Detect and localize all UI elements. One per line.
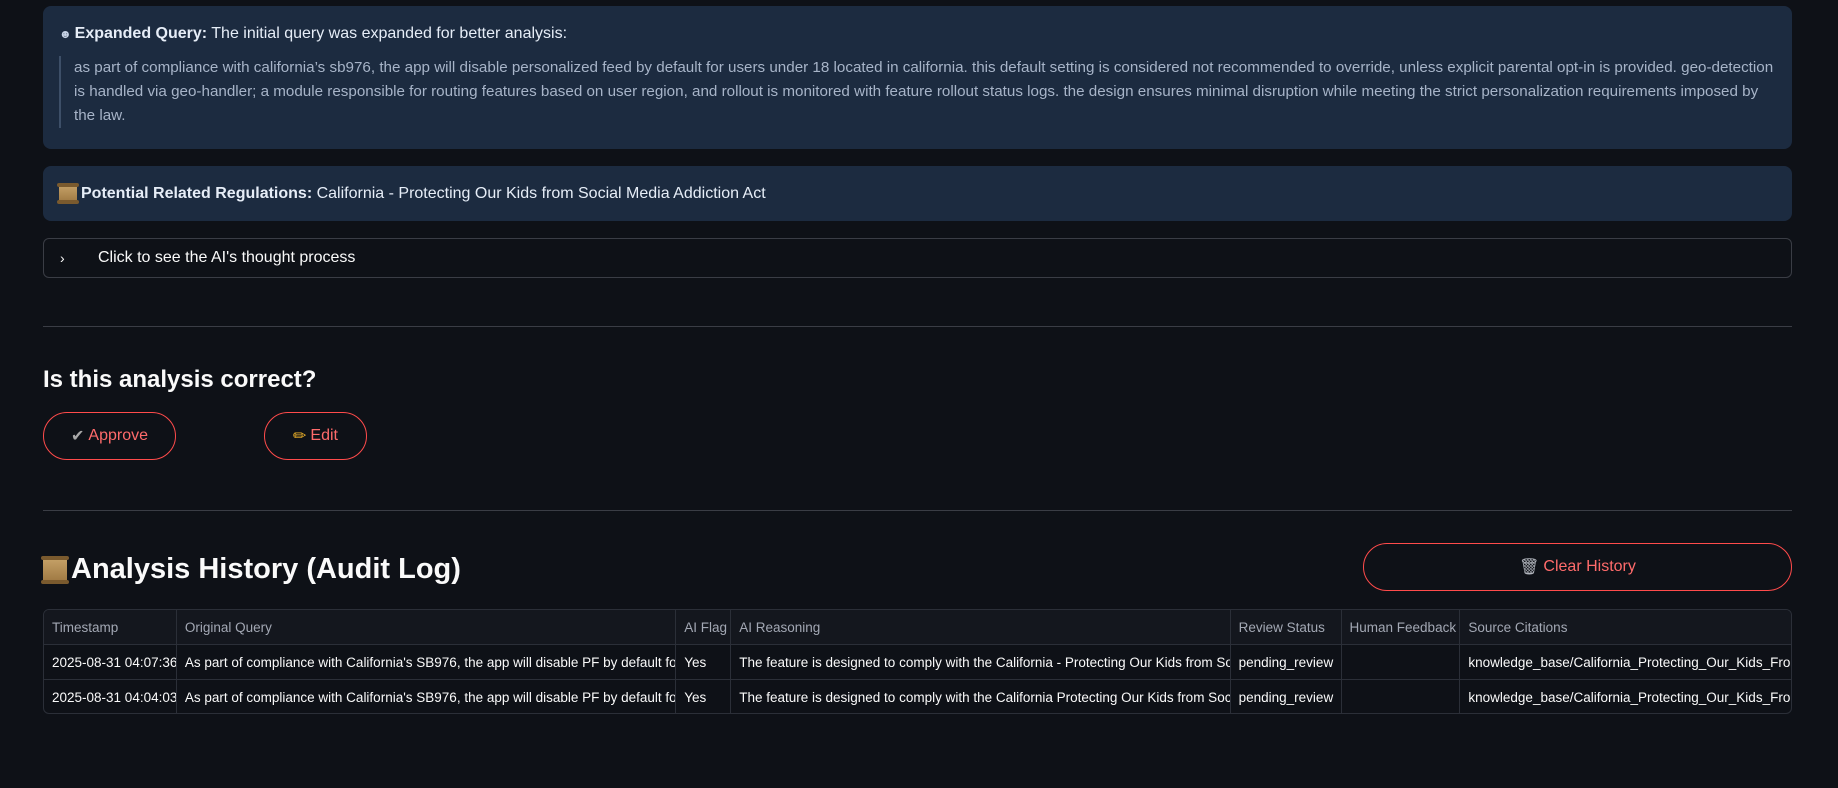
- related-regulations-box: Potential Related Regulations: Californi…: [43, 166, 1792, 221]
- table-header-row: Timestamp Original Query AI Flag AI Reas…: [44, 610, 1791, 645]
- page: ☻ Expanded Query: The initial query was e…: [0, 0, 1838, 788]
- clear-history-label: Clear History: [1543, 558, 1636, 575]
- chevron-right-icon: ›: [60, 250, 65, 266]
- cell-ai-flag[interactable]: Yes: [676, 645, 732, 679]
- column-header-review-status[interactable]: Review Status: [1231, 610, 1342, 644]
- feedback-title: Is this analysis correct?: [43, 366, 317, 393]
- column-header-ai-reasoning[interactable]: AI Reasoning: [731, 610, 1231, 644]
- scroll-icon: [57, 183, 79, 204]
- cell-ai-reasoning[interactable]: The feature is designed to comply with t…: [731, 680, 1231, 713]
- column-header-ai-flag[interactable]: AI Flag: [676, 610, 732, 644]
- expanded-query-text: The initial query was expanded for bette…: [207, 25, 568, 42]
- cell-human-feedback[interactable]: [1342, 680, 1461, 713]
- cell-timestamp[interactable]: 2025-08-31 04:07:36: [44, 645, 177, 679]
- expanded-query-quote: as part of compliance with california’s …: [59, 56, 1776, 128]
- history-title: Analysis History (Audit Log): [41, 553, 461, 586]
- cell-source-citations[interactable]: knowledge_base/California_Protecting_Our…: [1460, 645, 1791, 679]
- approve-button[interactable]: ✔ Approve: [43, 412, 176, 460]
- table-row[interactable]: 2025-08-31 04:04:03 As part of complianc…: [44, 680, 1791, 713]
- divider: [43, 510, 1792, 511]
- cell-original-query[interactable]: As part of compliance with California's …: [177, 680, 677, 713]
- pencil-icon: ✏: [293, 428, 307, 445]
- scroll-icon: [41, 555, 69, 584]
- approve-button-label: Approve: [88, 427, 148, 444]
- history-title-text: Analysis History (Audit Log): [71, 553, 461, 585]
- cell-review-status[interactable]: pending_review: [1231, 680, 1342, 713]
- clear-history-button[interactable]: 🗑 Clear History: [1363, 543, 1792, 591]
- cell-human-feedback[interactable]: [1342, 645, 1461, 679]
- related-regulations-text: California - Protecting Our Kids from So…: [312, 184, 766, 202]
- column-header-human-feedback[interactable]: Human Feedback: [1342, 610, 1461, 644]
- ai-thought-process-expander[interactable]: › Click to see the AI's thought process: [43, 238, 1792, 278]
- expanded-query-label: Expanded Query:: [74, 25, 208, 42]
- divider: [43, 326, 1792, 327]
- cell-timestamp[interactable]: 2025-08-31 04:04:03: [44, 680, 177, 713]
- edit-button[interactable]: ✏ Edit: [264, 412, 367, 460]
- column-header-timestamp[interactable]: Timestamp: [44, 610, 177, 644]
- cell-review-status[interactable]: pending_review: [1231, 645, 1342, 679]
- column-header-original-query[interactable]: Original Query: [177, 610, 677, 644]
- table-row[interactable]: 2025-08-31 04:07:36 As part of complianc…: [44, 645, 1791, 680]
- related-regulations-label: Potential Related Regulations:: [81, 184, 313, 202]
- audit-log-table[interactable]: Timestamp Original Query AI Flag AI Reas…: [43, 609, 1792, 714]
- expanded-query-header: ☻ Expanded Query: The initial query was e…: [59, 24, 1776, 44]
- cell-source-citations[interactable]: knowledge_base/California_Protecting_Our…: [1460, 680, 1791, 713]
- expanded-query-box: ☻ Expanded Query: The initial query was e…: [43, 6, 1792, 149]
- cell-original-query[interactable]: As part of compliance with California's …: [177, 645, 677, 679]
- expander-label: Click to see the AI's thought process: [98, 249, 356, 266]
- edit-button-label: Edit: [310, 427, 338, 444]
- robot-icon: ☻: [59, 27, 72, 41]
- trash-icon: 🗑: [1519, 559, 1540, 576]
- cell-ai-reasoning[interactable]: The feature is designed to comply with t…: [731, 645, 1231, 679]
- check-icon: ✔: [71, 428, 85, 445]
- column-header-source-citations[interactable]: Source Citations: [1460, 610, 1791, 644]
- cell-ai-flag[interactable]: Yes: [676, 680, 732, 713]
